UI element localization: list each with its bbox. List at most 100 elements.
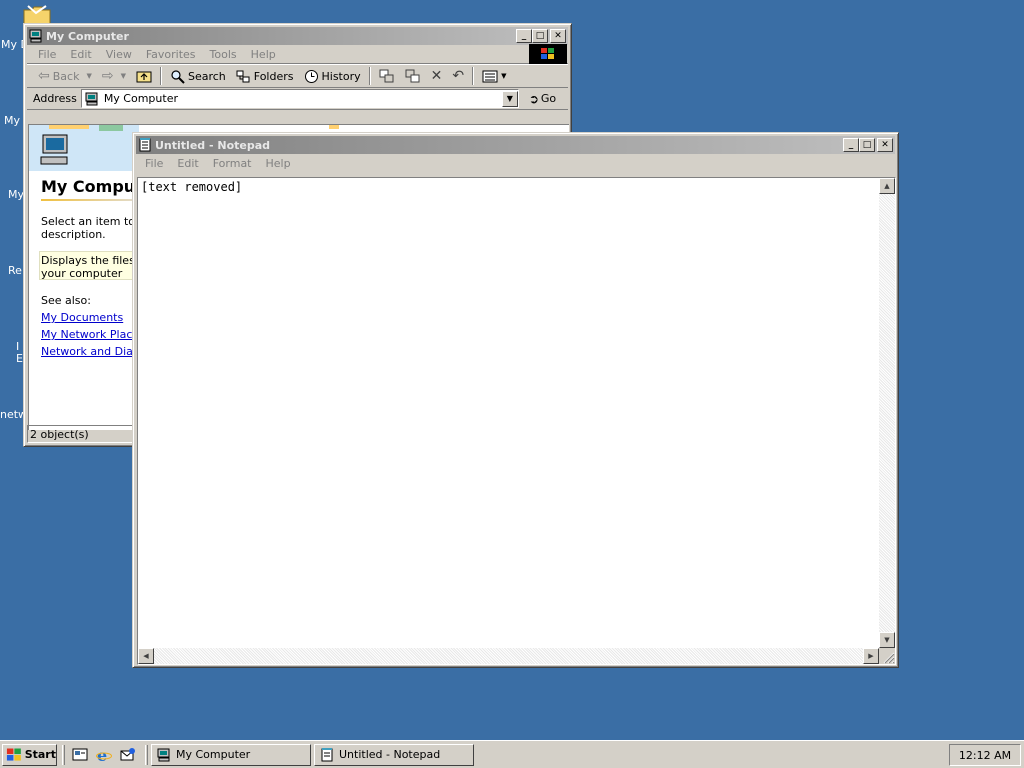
search-icon [171,69,185,84]
folders-button[interactable]: Folders [231,69,299,84]
standard-toolbar: ⇦ Back ▼ ⇨ ▼ Search Folders History ✕ ↶ … [27,64,568,88]
windows-logo-icon [6,748,21,761]
minimize-button[interactable]: _ [516,29,532,43]
copy-to-button[interactable] [400,69,426,84]
menu-bar: File Edit View Favorites Tools Help [27,44,568,64]
menu-view[interactable]: View [99,48,139,61]
menu-favorites[interactable]: Favorites [139,48,203,61]
link-my-network-places[interactable]: My Network Places [41,328,145,341]
scroll-down-button[interactable]: ▼ [879,632,895,648]
quick-launch-handle[interactable] [62,744,65,765]
text-editor[interactable]: [text removed] ▲ ▼ ◀ ▶ [137,177,896,665]
up-folder-button[interactable] [131,69,157,83]
address-dropdown-button[interactable]: ▼ [501,90,518,107]
vertical-scrollbar[interactable]: ▲ ▼ [879,178,895,648]
svg-text:e: e [97,747,107,763]
document-text[interactable]: [text removed] [141,180,242,194]
address-bar: Address My Computer ▼ ➲ Go [27,88,568,110]
desktop-icon-label[interactable]: My [8,188,24,201]
desktop-icon-label[interactable]: My [4,114,20,127]
menu-bar: File Edit Format Help [136,154,895,173]
delete-button[interactable]: ✕ [426,68,448,84]
history-button[interactable]: History [299,69,366,84]
my-computer-titlebar[interactable]: My Computer _ □ ✕ [27,27,568,45]
scroll-right-button[interactable]: ▶ [863,648,879,664]
clock[interactable]: 12:12 AM [959,749,1011,762]
chevron-down-icon: ▼ [120,72,126,80]
info-text: your computer [41,267,123,280]
start-button[interactable]: Start [2,743,57,766]
toolbar-separator [159,67,162,85]
up-folder-icon [136,71,152,83]
menu-help[interactable]: Help [259,157,298,170]
scroll-up-button[interactable]: ▲ [879,178,895,194]
window-title: Untitled - Notepad [155,138,271,152]
maximize-button[interactable]: □ [532,29,548,43]
page-title: My Comput [41,177,143,196]
forward-arrow-icon: ⇨ [101,68,114,84]
desktop-icon-label[interactable]: Re [8,264,22,277]
system-tray: 12:12 AM [949,744,1021,766]
move-to-button[interactable] [374,69,400,84]
undo-icon: ↶ [452,68,465,84]
resize-grip-icon [883,652,895,664]
internet-explorer-icon[interactable]: e [95,746,113,764]
copy-to-icon [405,69,420,82]
resize-grip[interactable] [879,648,895,664]
close-button[interactable]: ✕ [550,29,566,43]
address-label: Address [33,92,77,105]
menu-help[interactable]: Help [244,48,283,61]
notepad-window[interactable]: Untitled - Notepad _ □ ✕ File Edit Forma… [132,132,899,668]
desktop-icon-label[interactable]: E [16,352,23,365]
computer-icon [157,748,170,761]
menu-tools[interactable]: Tools [203,48,244,61]
toolbar-separator [368,67,371,85]
menu-format[interactable]: Format [206,157,259,170]
link-network-dialup[interactable]: Network and Dial-u [41,345,147,358]
go-button[interactable]: ➲ Go [529,92,556,106]
address-input[interactable]: My Computer ▼ [80,89,519,108]
menu-file[interactable]: File [138,157,170,170]
taskbar-separator [145,744,148,765]
views-button[interactable]: ▼ [477,70,511,83]
window-title: My Computer [46,29,129,43]
delete-icon: ✕ [430,68,443,84]
menu-edit[interactable]: Edit [170,157,205,170]
scroll-left-button[interactable]: ◀ [138,648,154,664]
menu-edit[interactable]: Edit [63,48,98,61]
horizontal-scrollbar[interactable]: ◀ ▶ [138,648,879,664]
my-computer-large-icon [40,134,68,165]
task-notepad[interactable]: Untitled - Notepad [314,743,474,766]
start-label: Start [24,748,56,761]
task-my-computer[interactable]: My Computer [151,743,311,766]
move-to-icon [379,69,394,82]
notepad-titlebar[interactable]: Untitled - Notepad _ □ ✕ [136,136,895,154]
outlook-express-icon[interactable] [119,746,137,764]
close-button[interactable]: ✕ [877,138,893,152]
computer-icon [29,29,42,43]
notepad-icon [139,138,151,152]
search-button[interactable]: Search [165,69,231,84]
menu-file[interactable]: File [31,48,63,61]
undo-button[interactable]: ↶ [447,68,469,84]
windows-logo-icon [529,44,567,64]
go-arrow-icon: ➲ [528,91,539,106]
folders-icon [236,70,250,82]
minimize-button[interactable]: _ [843,138,859,152]
chevron-down-icon: ▼ [86,72,92,80]
toolbar-separator [472,67,475,85]
notepad-icon [321,747,333,761]
chevron-down-icon: ▼ [501,72,507,80]
back-button[interactable]: ⇦ Back ▼ [33,68,97,84]
status-text: 2 object(s) [30,427,89,441]
link-my-documents[interactable]: My Documents [41,311,123,324]
description-text: description. [41,228,106,241]
history-icon [304,69,318,83]
forward-button[interactable]: ⇨ ▼ [97,68,131,84]
address-value: My Computer [103,92,178,105]
see-also-label: See also: [41,294,91,307]
views-icon [482,70,498,82]
maximize-button[interactable]: □ [859,138,875,152]
show-desktop-icon[interactable] [71,746,89,764]
computer-icon [85,92,98,105]
